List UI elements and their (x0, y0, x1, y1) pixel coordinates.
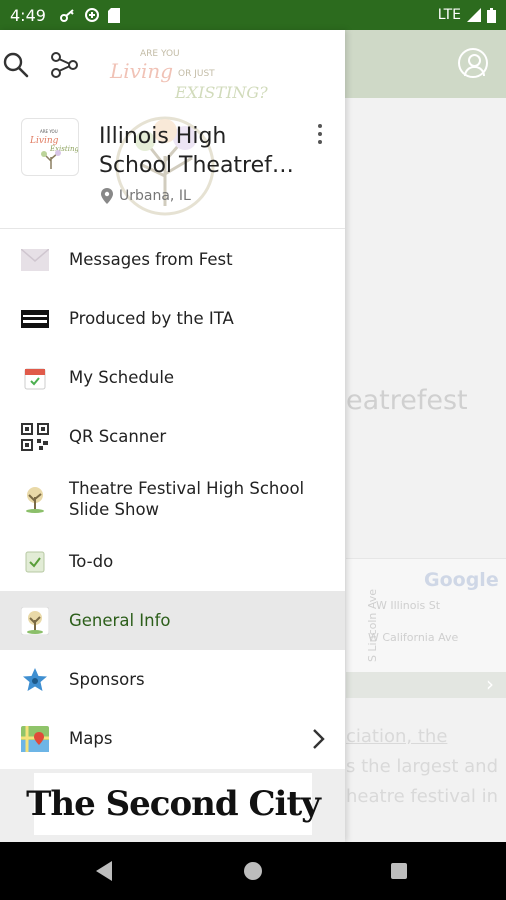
svg-text:ARE YOU: ARE YOU (40, 129, 58, 134)
menu-item-label: Messages from Fest (69, 250, 233, 269)
tree-logo-icon (20, 606, 50, 636)
bg-paragraph: ciation, the s the largest and heatre fe… (346, 722, 506, 812)
home-icon[interactable] (244, 862, 262, 880)
map-brand: Google (424, 569, 499, 591)
bg-paragraph-line[interactable]: ciation, the (346, 722, 506, 752)
event-title-line: School Theatref… (99, 153, 294, 178)
status-time: 4:49 (10, 5, 46, 25)
search-icon[interactable] (0, 49, 32, 81)
menu-item-label: General Info (69, 611, 171, 630)
watermark-text: Living (109, 59, 173, 83)
map-footer (346, 672, 506, 698)
menu-item-to-do[interactable]: To-do (0, 532, 345, 591)
navigation-drawer: ARE YOU Living OR JUST EXISTING? ARE YOU… (0, 30, 345, 842)
street-label: W California Ave (368, 631, 459, 644)
profile-icon[interactable] (458, 48, 488, 78)
menu-item-label-line: Theatre Festival High School (69, 479, 305, 498)
sponsor-logo-text: The Second City (26, 784, 321, 824)
ita-logo-icon (20, 304, 50, 334)
sponsor-logo: The Second City (26, 773, 321, 835)
bg-paragraph-line: heatre festival in (346, 786, 499, 807)
battery-icon (487, 7, 496, 23)
sd-card-icon (107, 7, 120, 23)
event-title-line: Illinois High (99, 124, 227, 149)
menu-item-label: Sponsors (69, 670, 145, 689)
drawer-menu: Messages from Fest Produced by the ITA M… (0, 230, 345, 768)
calendar-icon (20, 363, 50, 393)
watermark-text: OR JUST (178, 69, 215, 79)
menu-item-label: Theatre Festival High School Slide Show (69, 478, 304, 520)
chevron-right-icon[interactable] (312, 728, 326, 750)
street-label: W Illinois St (376, 599, 441, 612)
qr-code-icon (20, 422, 50, 452)
menu-item-label: QR Scanner (69, 427, 167, 446)
menu-item-label: Produced by the ITA (69, 309, 234, 328)
street-label: S Lincoln Ave (366, 588, 380, 663)
menu-item-label: To-do (69, 552, 114, 571)
menu-item-produced-by-ita[interactable]: Produced by the ITA (0, 289, 345, 348)
menu-item-messages[interactable]: Messages from Fest (0, 230, 345, 289)
menu-item-sponsors[interactable]: Sponsors (0, 650, 345, 709)
event-title: Illinois High School Theatref… (99, 122, 304, 180)
bg-paragraph-line: s the largest and (346, 756, 498, 777)
menu-item-general-info[interactable]: General Info (0, 591, 345, 650)
event-logo: ARE YOU Living Existing? (21, 118, 79, 176)
location-pin-icon (101, 188, 113, 204)
status-bar: 4:49 LTE (0, 0, 506, 30)
map-preview[interactable]: Google W Illinois St W California Ave S … (346, 558, 506, 698)
envelope-icon (20, 245, 50, 275)
event-header[interactable]: ARE YOU Living Existing? Illinois High S… (0, 110, 345, 228)
data-saver-icon (84, 8, 99, 22)
checklist-icon (20, 547, 50, 577)
location-text: Urbana, IL (119, 188, 191, 204)
menu-item-label: My Schedule (69, 368, 175, 387)
menu-item-label: Maps (69, 729, 113, 748)
watermark-text: ARE YOU (140, 49, 180, 59)
watermark-text: EXISTING? (174, 83, 268, 102)
divider (0, 228, 345, 229)
system-nav-bar (0, 842, 506, 900)
menu-item-slide-show[interactable]: Theatre Festival High School Slide Show (0, 466, 345, 532)
menu-item-my-schedule[interactable]: My Schedule (0, 348, 345, 407)
tree-logo-icon (20, 484, 50, 514)
key-icon (59, 9, 74, 22)
menu-item-qr-scanner[interactable]: QR Scanner (0, 407, 345, 466)
event-location: Urbana, IL (101, 188, 191, 204)
signal-icon (467, 8, 481, 22)
map-icon (20, 724, 50, 754)
share-network-icon[interactable] (48, 49, 80, 81)
menu-item-label-line: Slide Show (69, 500, 160, 519)
svg-text:Existing?: Existing? (49, 145, 79, 153)
star-badge-icon (20, 665, 50, 695)
back-icon[interactable] (96, 861, 112, 881)
recent-apps-icon[interactable] (391, 863, 407, 879)
network-type: LTE (437, 7, 461, 23)
menu-item-maps[interactable]: Maps (0, 709, 345, 768)
sponsor-banner[interactable]: The Second City (0, 769, 345, 842)
bg-event-title: eatrefest (346, 385, 468, 416)
more-options-icon[interactable] (311, 122, 329, 148)
